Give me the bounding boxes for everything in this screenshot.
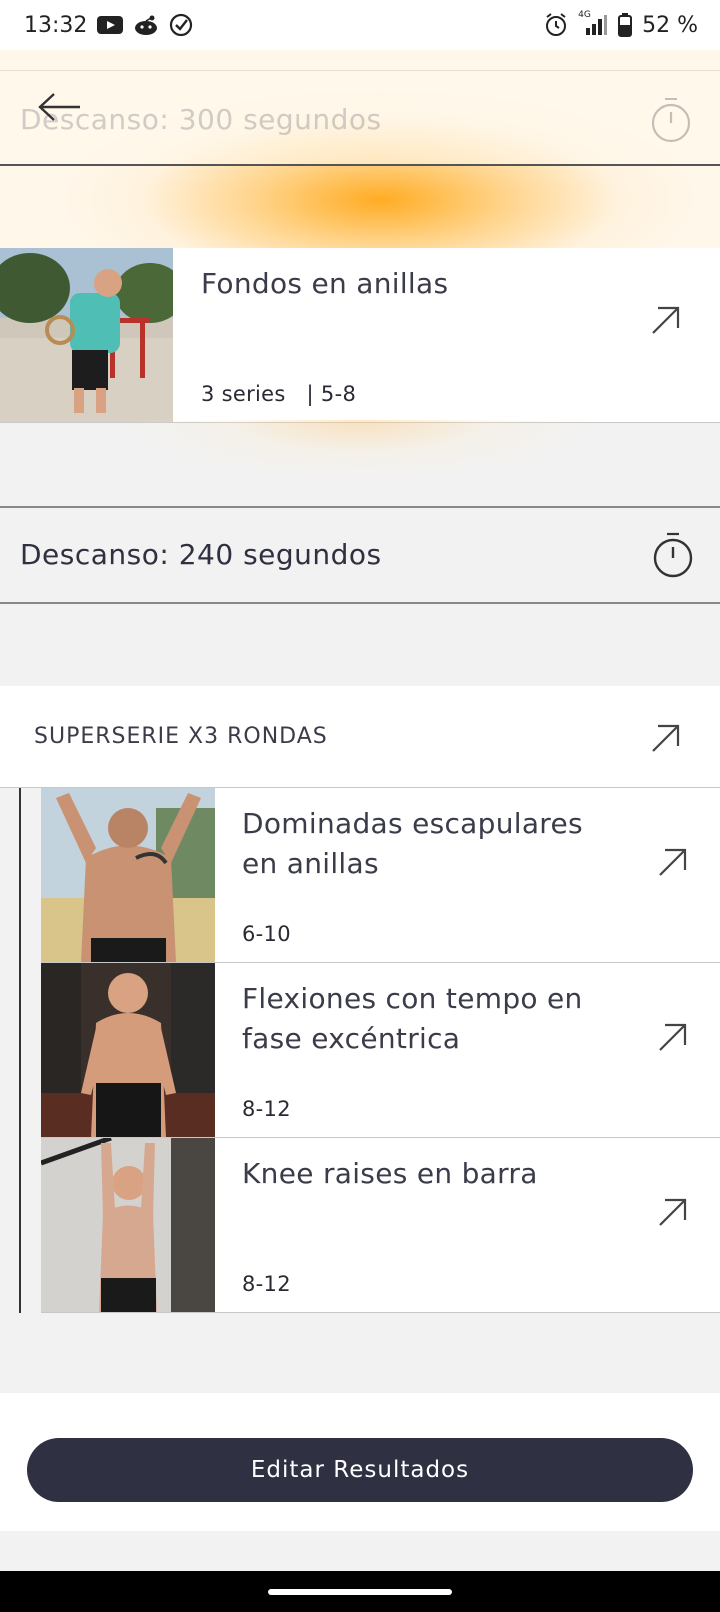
arrow-up-right-icon[interactable] [657, 1021, 689, 1053]
edit-results-button[interactable]: Editar Resultados [27, 1438, 693, 1502]
reddit-icon [133, 14, 159, 36]
superset-item[interactable]: Dominadas escapulares en anillas 6-10 [41, 788, 720, 963]
system-nav-bar [0, 1571, 720, 1612]
battery-icon [618, 13, 633, 37]
status-time: 13:32 [24, 12, 88, 38]
arrow-up-right-icon[interactable] [657, 846, 689, 878]
exercise-title: Knee raises en barra [242, 1157, 538, 1190]
exercise-thumbnail [41, 788, 215, 962]
superset-header[interactable]: SUPERSERIE X3 RONDAS [0, 686, 720, 788]
exercise-card[interactable]: Fondos en anillas 3 series | 5-8 [0, 248, 720, 423]
arrow-up-right-icon[interactable] [650, 722, 682, 754]
exercise-title: Fondos en anillas [201, 267, 449, 300]
superset-bracket-line [19, 788, 21, 1313]
superset-item[interactable]: Flexiones con tempo en fase excéntrica 8… [41, 963, 720, 1138]
status-bar: 13:32 4G 52 % [0, 0, 720, 50]
exercise-meta: 3 series | 5-8 [201, 382, 357, 406]
rest-row: Descanso: 240 segundos [0, 506, 720, 604]
exercise-reps: 8-12 [242, 1097, 291, 1121]
notification-icons [97, 13, 193, 37]
superset-label: SUPERSERIE X3 RONDAS [34, 724, 328, 749]
status-left: 13:32 [24, 13, 193, 38]
check-circle-icon [169, 13, 193, 37]
arrow-up-right-icon[interactable] [657, 1196, 689, 1228]
exercise-thumbnail [0, 248, 173, 422]
superset-item[interactable]: Knee raises en barra 8-12 [41, 1138, 720, 1313]
network-type: 4G [578, 10, 591, 20]
home-gesture-handle[interactable] [268, 1589, 452, 1595]
status-right: 4G 52 % [544, 10, 698, 38]
youtube-icon [97, 15, 124, 35]
arrow-up-right-icon[interactable] [650, 304, 682, 336]
rest-header: Descanso: 300 segundos [0, 70, 720, 166]
rest-label: Descanso: 240 segundos [20, 538, 382, 571]
footer: Editar Resultados [0, 1393, 720, 1531]
exercise-reps: 8-12 [242, 1272, 291, 1296]
signal-icon: 4G [578, 10, 608, 36]
stopwatch-icon[interactable] [650, 97, 692, 147]
exercise-reps: 6-10 [242, 922, 291, 946]
stopwatch-icon[interactable] [652, 532, 694, 582]
card-glow [0, 420, 720, 500]
exercise-title: Dominadas escapulares en anillas [242, 807, 583, 880]
exercise-thumbnail [41, 1138, 215, 1312]
arrow-left-icon [38, 93, 80, 121]
exercise-thumbnail [41, 963, 215, 1137]
exercise-title: Flexiones con tempo en fase excéntrica [242, 982, 583, 1055]
alarm-icon [544, 13, 568, 37]
back-button[interactable] [38, 87, 84, 127]
battery-percent: 52 % [642, 12, 698, 38]
